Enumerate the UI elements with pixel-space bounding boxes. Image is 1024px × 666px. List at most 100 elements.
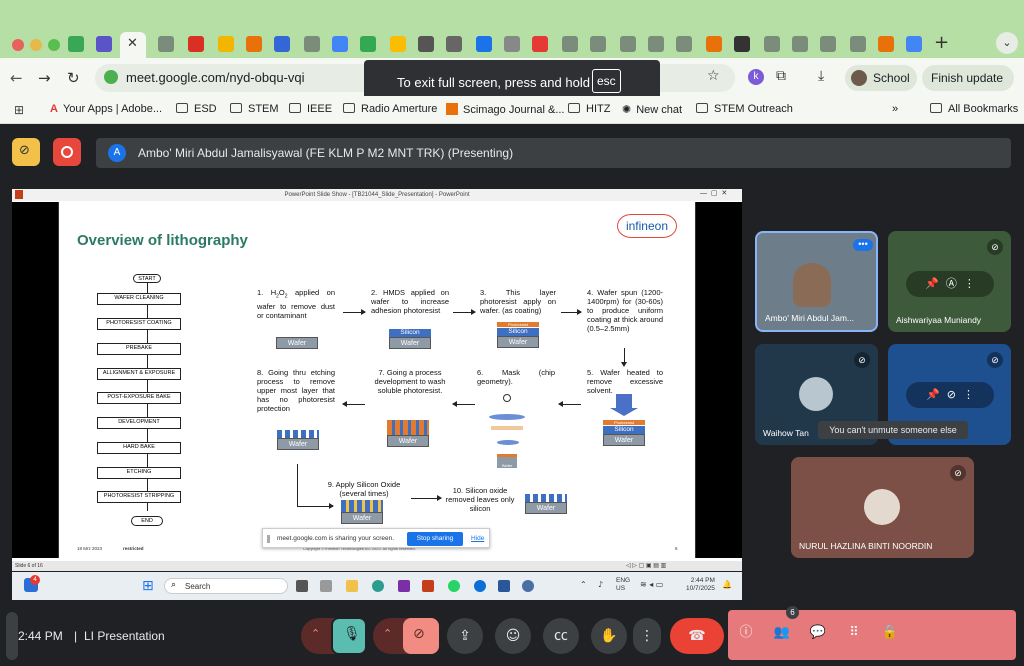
bookmark-folder[interactable]: IEEE: [289, 103, 332, 115]
profile-button[interactable]: School: [845, 65, 917, 91]
file-explorer-icon[interactable]: [346, 580, 358, 592]
meeting-info-icon[interactable]: ⓘ: [737, 624, 755, 642]
tab-icon[interactable]: [620, 36, 636, 52]
notifications-icon[interactable]: 🔔: [722, 580, 732, 589]
bookmark-folder[interactable]: Radio Amerture: [343, 103, 437, 115]
drag-handle-icon[interactable]: [267, 535, 270, 543]
window-controls[interactable]: — ▢ ✕: [700, 189, 727, 197]
ppt-view-controls[interactable]: ◁ ▷ ▢ ▣ ▤ ▥: [626, 562, 666, 569]
tab-icon[interactable]: [476, 36, 492, 52]
tab-icon[interactable]: [792, 36, 808, 52]
captions-button[interactable]: ㏄: [543, 618, 579, 654]
outlook-icon[interactable]: [474, 580, 486, 592]
tab-icon[interactable]: [218, 36, 234, 52]
participant-tile[interactable]: ••• Ambo' Miri Abdul Jam...: [755, 231, 878, 332]
host-controls-icon[interactable]: 🔒: [881, 624, 899, 642]
tab-icon[interactable]: [734, 36, 750, 52]
bookmark-folder[interactable]: STEM Outreach: [696, 103, 793, 115]
side-panel-handle[interactable]: [6, 612, 18, 660]
tab-icon[interactable]: [850, 36, 866, 52]
tab-icon[interactable]: [274, 36, 290, 52]
site-info-icon[interactable]: [104, 70, 118, 84]
bookmarks-overflow-button[interactable]: »: [892, 103, 898, 115]
tab-search-button[interactable]: ⌄: [996, 32, 1018, 54]
tab-icon[interactable]: [676, 36, 692, 52]
tile-hover-controls[interactable]: 📌 Ⓐ ⋮: [906, 271, 994, 297]
bookmark-folder[interactable]: HITZ: [568, 103, 610, 115]
app-icon[interactable]: [320, 580, 332, 592]
mic-options-chevron[interactable]: ⌃: [311, 627, 320, 640]
new-tab-button[interactable]: +: [934, 32, 949, 53]
tile-hover-controls[interactable]: 📌 ⊘ ⋮: [906, 382, 994, 408]
hide-button[interactable]: Hide: [471, 535, 484, 542]
all-bookmarks[interactable]: All Bookmarks: [930, 103, 1018, 115]
maximize-window-button[interactable]: [48, 39, 60, 51]
edge-icon[interactable]: [372, 580, 384, 592]
tab-icon[interactable]: [68, 36, 84, 52]
bookmark-star-icon[interactable]: ☆: [707, 68, 720, 84]
tab-icon[interactable]: [764, 36, 780, 52]
more-options-icon[interactable]: •••: [853, 239, 873, 251]
more-options-button[interactable]: ⋮: [633, 618, 661, 654]
taskbar-search[interactable]: ⌕ Search: [164, 578, 288, 594]
powerpoint-taskbar-icon[interactable]: [422, 580, 434, 592]
taskbar-clock[interactable]: 2:44 PM 10/7/2025: [686, 577, 715, 593]
stop-presenting-button[interactable]: ⊘: [12, 138, 40, 166]
tab-icon[interactable]: [418, 36, 434, 52]
tab-icon[interactable]: [532, 36, 548, 52]
extension-k-icon[interactable]: k: [748, 69, 764, 85]
present-button[interactable]: ⇪: [447, 618, 483, 654]
tab-icon[interactable]: [158, 36, 174, 52]
bookmark-item[interactable]: ✺ New chat: [622, 103, 682, 116]
participant-tile[interactable]: ⊘ NURUL HAZLINA BINTI NOORDIN: [791, 457, 974, 558]
apps-icon[interactable]: ⊞: [14, 103, 24, 117]
tab-icon[interactable]: [304, 36, 320, 52]
bookmark-item[interactable]: A Your Apps | Adobe...: [50, 103, 162, 115]
microphone-tray-icon[interactable]: ♪: [598, 580, 603, 589]
tab-icon[interactable]: [590, 36, 606, 52]
tab-icon[interactable]: [390, 36, 406, 52]
people-icon[interactable]: 👥: [773, 624, 791, 642]
chat-icon[interactable]: 💬: [809, 624, 827, 642]
back-button[interactable]: ←: [10, 69, 23, 87]
mic-toggle-button[interactable]: 🎙: [331, 617, 367, 655]
bookmark-item[interactable]: Scimago Journal &...: [446, 103, 565, 116]
stop-sharing-button[interactable]: Stop sharing: [407, 532, 463, 546]
tab-icon[interactable]: [96, 36, 112, 52]
tray-chevron-icon[interactable]: ⌃: [580, 580, 587, 589]
start-button[interactable]: ⊞: [142, 578, 154, 594]
reactions-button[interactable]: ☺: [495, 618, 531, 654]
camera-options-chevron[interactable]: ⌃: [383, 627, 392, 640]
finish-update-button[interactable]: Finish update: [922, 65, 1014, 91]
task-view-icon[interactable]: [296, 580, 308, 592]
tab-icon[interactable]: [360, 36, 376, 52]
tab-icon[interactable]: [246, 36, 262, 52]
onenote-icon[interactable]: [398, 580, 410, 592]
tab-icon[interactable]: [648, 36, 664, 52]
google-tab-icon[interactable]: [906, 36, 922, 52]
recording-button[interactable]: [53, 138, 81, 166]
raise-hand-button[interactable]: ✋: [591, 618, 627, 654]
tab-icon[interactable]: [706, 36, 722, 52]
gmail-tab-icon[interactable]: [188, 36, 204, 52]
reload-button[interactable]: ↻: [67, 69, 80, 87]
bookmark-folder[interactable]: ESD: [176, 103, 217, 115]
leave-call-button[interactable]: ☎: [670, 618, 724, 654]
bookmark-folder[interactable]: STEM: [230, 103, 279, 115]
tab-icon[interactable]: [878, 36, 894, 52]
forward-button[interactable]: →: [38, 69, 51, 87]
camera-toggle-button[interactable]: ⊘: [403, 618, 439, 654]
tab-icon[interactable]: [562, 36, 578, 52]
tab-icon[interactable]: [332, 36, 348, 52]
tab-icon[interactable]: [820, 36, 836, 52]
settings-icon[interactable]: [522, 580, 534, 592]
participant-tile[interactable]: ⊘ 📌 Ⓐ ⋮ Aishwariyaa Muniandy: [888, 231, 1011, 332]
tab-icon[interactable]: [504, 36, 520, 52]
language-indicator[interactable]: ENG US: [616, 577, 630, 593]
word-icon[interactable]: [498, 580, 510, 592]
network-volume-battery-icons[interactable]: ≋ ◂ ▭: [640, 580, 663, 589]
minimize-window-button[interactable]: [30, 39, 42, 51]
activities-icon[interactable]: ⠿: [845, 624, 863, 642]
download-icon[interactable]: ⤓: [818, 68, 824, 84]
close-window-button[interactable]: [12, 39, 24, 51]
